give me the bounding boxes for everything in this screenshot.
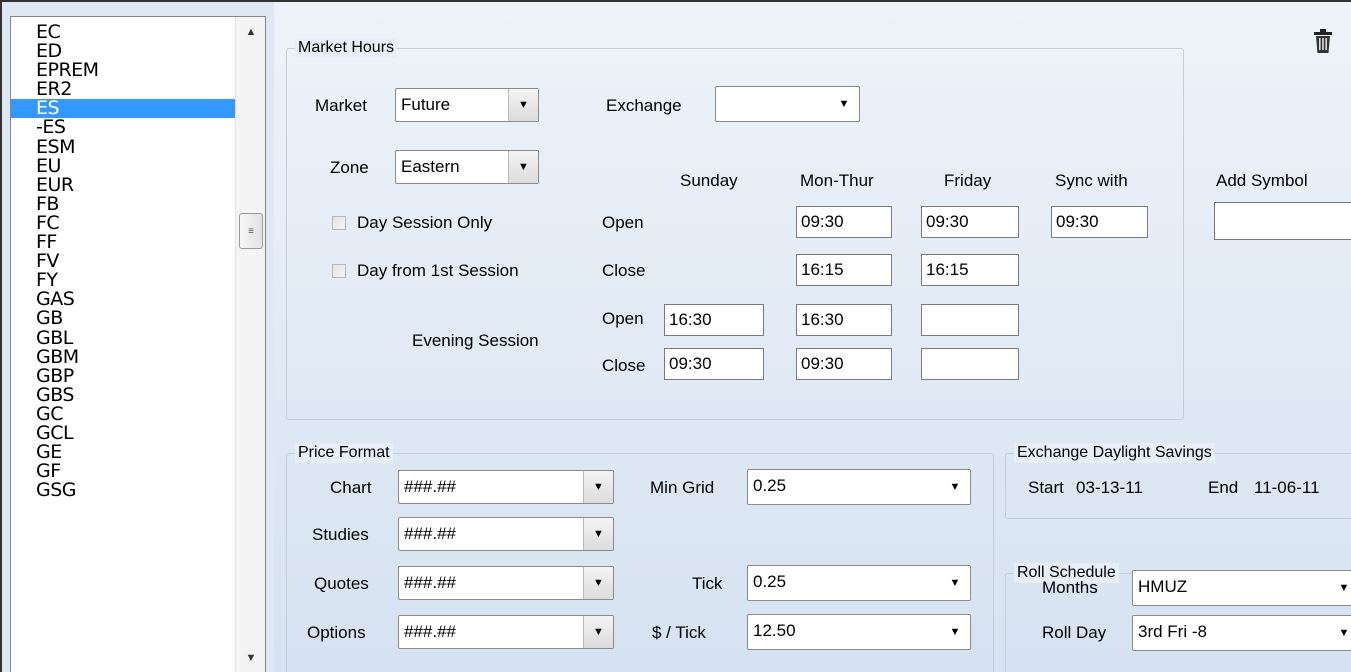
day-close-mon-thur-field[interactable]: 16:15 — [796, 254, 892, 286]
dollar-per-tick-label: $ / Tick — [652, 623, 706, 642]
zone-label: Zone — [330, 158, 369, 177]
symbol-list-scrollbar[interactable]: ▲ ≡ ▼ — [235, 17, 265, 672]
dst-end-label: End — [1208, 478, 1239, 497]
day-session-only-label: Day Session Only — [357, 213, 493, 232]
chevron-down-icon[interactable]: ▼ — [508, 151, 538, 183]
exchange-label: Exchange — [606, 96, 682, 115]
column-sync-with: Sync with — [1055, 171, 1128, 190]
symbol-list-item[interactable]: -ES — [11, 118, 237, 137]
quotes-format-select[interactable]: ###.## ▼ — [398, 566, 614, 600]
day-open-mon-thur-field[interactable]: 09:30 — [796, 206, 892, 238]
market-hours-title: Market Hours — [295, 38, 398, 58]
options-format-value: ###.## — [404, 622, 456, 641]
market-select[interactable]: Future ▼ — [395, 88, 539, 122]
symbol-list: EC ED EPREM ER2 ES -ES ESM EU EUR FB FC FF FV FY GAS GB… — [11, 22, 237, 500]
column-friday: Friday — [944, 171, 992, 190]
day-open-sync-field[interactable]: 09:30 — [1051, 206, 1148, 238]
market-value: Future — [401, 95, 451, 114]
chart-format-label: Chart — [330, 478, 372, 497]
tick-select[interactable]: 0.25 ▼ — [747, 565, 971, 601]
symbol-list-item[interactable]: GSG — [11, 481, 237, 500]
price-format-title: Price Format — [295, 443, 393, 463]
symbol-list-item[interactable]: GB — [11, 309, 237, 328]
tick-value: 0.25 — [753, 572, 787, 591]
evening-close-friday-field[interactable] — [921, 348, 1019, 380]
column-sunday: Sunday — [680, 171, 738, 190]
studies-format-value: ###.## — [404, 524, 456, 543]
options-format-label: Options — [307, 623, 366, 642]
day-close-label: Close — [602, 261, 646, 280]
roll-day-select[interactable]: 3rd Fri -8 ▼ — [1132, 615, 1351, 651]
add-symbol-label: Add Symbol — [1216, 171, 1308, 190]
chevron-down-icon[interactable]: ▼ — [940, 470, 970, 504]
tick-label: Tick — [692, 574, 723, 593]
evening-session-label: Evening Session — [412, 331, 539, 350]
roll-day-label: Roll Day — [1042, 623, 1107, 642]
evening-open-mon-thur-field[interactable]: 16:30 — [796, 304, 892, 336]
chevron-down-icon[interactable]: ▼ — [940, 566, 970, 600]
evening-close-sunday-field[interactable]: 09:30 — [664, 348, 764, 380]
market-label: Market — [315, 96, 367, 115]
chevron-down-icon[interactable]: ▼ — [583, 518, 613, 550]
options-format-select[interactable]: ###.## ▼ — [398, 615, 614, 649]
symbol-list-item[interactable]: EUR — [11, 175, 237, 195]
zone-select[interactable]: Eastern ▼ — [395, 150, 539, 184]
evening-open-friday-field[interactable] — [921, 304, 1019, 336]
day-open-label: Open — [602, 213, 644, 232]
chart-format-select[interactable]: ###.## ▼ — [398, 470, 614, 504]
scroll-down-icon[interactable]: ▼ — [240, 647, 262, 669]
dst-start-label: Start — [1028, 478, 1064, 497]
chevron-down-icon[interactable]: ▼ — [508, 89, 538, 121]
quotes-format-label: Quotes — [314, 574, 369, 593]
months-label: Months — [1042, 578, 1098, 597]
symbol-list-item[interactable]: GBS — [11, 385, 237, 405]
symbol-list-item[interactable]: GBL — [11, 328, 237, 348]
symbol-listbox[interactable]: EC ED EPREM ER2 ES -ES ESM EU EUR FB FC FF FV FY GAS GB… — [10, 16, 266, 672]
dollar-per-tick-value: 12.50 — [753, 621, 796, 640]
min-grid-value: 0.25 — [753, 476, 787, 495]
scroll-thumb[interactable]: ≡ — [239, 213, 263, 249]
symbol-settings-window: EC ED EPREM ER2 ES -ES ESM EU EUR FB FC FF FV FY GAS GB… — [0, 0, 1351, 672]
chevron-down-icon[interactable]: ▼ — [583, 616, 613, 648]
chevron-down-icon[interactable]: ▼ — [583, 471, 613, 503]
symbol-list-item[interactable]: GBM — [11, 347, 237, 367]
symbol-list-item[interactable]: ESM — [11, 137, 237, 157]
symbol-list-item[interactable]: GBP — [11, 366, 237, 386]
studies-format-select[interactable]: ###.## ▼ — [398, 517, 614, 551]
add-symbol-input[interactable] — [1214, 202, 1351, 240]
daylight-savings-title: Exchange Daylight Savings — [1014, 443, 1215, 463]
chevron-down-icon[interactable]: ▼ — [1329, 571, 1351, 605]
chevron-down-icon[interactable]: ▼ — [940, 615, 970, 649]
min-grid-select[interactable]: 0.25 ▼ — [747, 469, 971, 505]
roll-months-select[interactable]: HMUZ ▼ — [1132, 570, 1351, 606]
chevron-down-icon[interactable]: ▼ — [1329, 616, 1351, 650]
zone-value: Eastern — [401, 157, 460, 176]
day-close-friday-field[interactable]: 16:15 — [921, 254, 1019, 286]
evening-close-label: Close — [602, 356, 646, 375]
chevron-down-icon[interactable]: ▼ — [829, 87, 859, 121]
trash-icon[interactable] — [1311, 26, 1335, 56]
symbol-list-item[interactable]: EU — [11, 156, 237, 176]
column-mon-thur: Mon-Thur — [800, 171, 874, 190]
studies-format-label: Studies — [312, 525, 369, 544]
dst-end-value: 11-06-11 — [1254, 478, 1320, 497]
roll-day-value: 3rd Fri -8 — [1138, 622, 1207, 641]
scroll-up-icon[interactable]: ▲ — [240, 21, 262, 43]
dollar-per-tick-select[interactable]: 12.50 ▼ — [747, 614, 971, 650]
day-session-only-checkbox[interactable] — [332, 216, 346, 230]
quotes-format-value: ###.## — [404, 573, 456, 592]
chevron-down-icon[interactable]: ▼ — [583, 567, 613, 599]
day-open-friday-field[interactable]: 09:30 — [921, 206, 1019, 238]
roll-months-value: HMUZ — [1138, 577, 1188, 596]
exchange-select[interactable]: ▼ — [715, 86, 860, 122]
evening-open-sunday-field[interactable]: 16:30 — [664, 304, 764, 336]
day-from-first-session-checkbox[interactable] — [332, 264, 346, 278]
evening-close-mon-thur-field[interactable]: 09:30 — [796, 348, 892, 380]
chart-format-value: ###.## — [404, 477, 456, 496]
evening-open-label: Open — [602, 309, 644, 328]
min-grid-label: Min Grid — [650, 478, 715, 497]
day-from-first-session-label: Day from 1st Session — [357, 261, 519, 280]
dst-start-value: 03-13-11 — [1076, 478, 1143, 497]
